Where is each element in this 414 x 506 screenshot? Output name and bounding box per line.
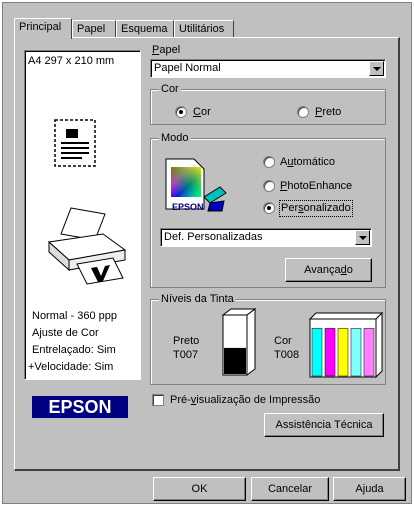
ink-color-fill: [311, 328, 323, 377]
radio-photoenhance-label: PhotoEnhance: [280, 180, 353, 192]
black-ink-code: T007: [173, 349, 199, 361]
paper-type-value: Papel Normal: [154, 62, 221, 74]
ink-levels-label: Níveis da Tinta: [159, 293, 236, 305]
epson-icon-text: EPSON: [172, 202, 204, 212]
papel-label: Papel: [152, 44, 181, 56]
ok-button[interactable]: OK: [153, 477, 246, 501]
tab-esquema[interactable]: Esquema: [116, 20, 174, 38]
radio-photoenhance[interactable]: [263, 180, 275, 192]
ink-color-fill: [350, 328, 362, 377]
custom-settings-value: Def. Personalizadas: [164, 231, 263, 243]
radio-preto[interactable]: [297, 106, 309, 118]
modo-group-label: Modo: [159, 132, 191, 144]
radio-automatico-label: Automático: [280, 156, 336, 168]
paper-type-select[interactable]: Papel Normal: [150, 59, 386, 78]
status-color-adjust: Ajuste de Cor: [32, 327, 99, 339]
ink-color-fill: [337, 328, 349, 377]
cancel-button[interactable]: Cancelar: [251, 477, 329, 501]
tab-papel[interactable]: Papel: [72, 20, 116, 38]
status-resolution: Normal - 360 ppp: [32, 310, 117, 322]
color-ink-code: T008: [274, 349, 300, 361]
preview-checkbox-label: Pré-visualização de Impressão: [170, 394, 321, 406]
black-ink-cartridge: [221, 308, 257, 376]
tab-label: Principal: [19, 21, 62, 33]
chevron-down-icon[interactable]: [355, 230, 370, 245]
help-button[interactable]: Ajuda: [333, 477, 406, 501]
radio-preto-label: Preto: [315, 106, 342, 118]
document-icon: [54, 119, 96, 167]
custom-settings-select[interactable]: Def. Personalizadas: [160, 228, 372, 247]
cor-group-label: Cor: [159, 83, 181, 95]
tab-principal[interactable]: Principal: [14, 18, 72, 39]
tab-label: Esquema: [121, 23, 168, 35]
logo-text: EPSON: [48, 397, 112, 417]
status-interleave: Entrelaçado: Sim: [32, 344, 116, 356]
advanced-button[interactable]: Avançado: [285, 258, 372, 282]
ink-color-fill: [363, 328, 375, 377]
status-speed: +Velocidade: Sim: [28, 361, 114, 373]
tab-label: Utilitários: [179, 23, 225, 35]
color-ink-cartridge: [308, 311, 384, 379]
chevron-down-icon[interactable]: [369, 61, 384, 76]
color-ink-name: Cor: [274, 335, 292, 347]
black-ink-name: Preto: [173, 335, 200, 347]
technical-support-button[interactable]: Assistência Técnica: [264, 413, 384, 437]
radio-personalizado-label: Personalizado: [279, 200, 353, 217]
radio-cor-label: Cor: [193, 106, 211, 118]
ink-color-fill: [324, 328, 336, 377]
preview-checkbox[interactable]: [152, 394, 164, 406]
radio-automatico[interactable]: [263, 156, 275, 168]
epson-logo: EPSON: [32, 396, 128, 418]
radio-cor[interactable]: [175, 106, 187, 118]
tab-label: Papel: [77, 23, 106, 35]
radio-personalizado[interactable]: [263, 202, 275, 214]
paper-size-text: A4 297 x 210 mm: [28, 55, 115, 67]
tab-utilitarios[interactable]: Utilitários: [174, 20, 234, 38]
printer-icon: [47, 207, 127, 285]
